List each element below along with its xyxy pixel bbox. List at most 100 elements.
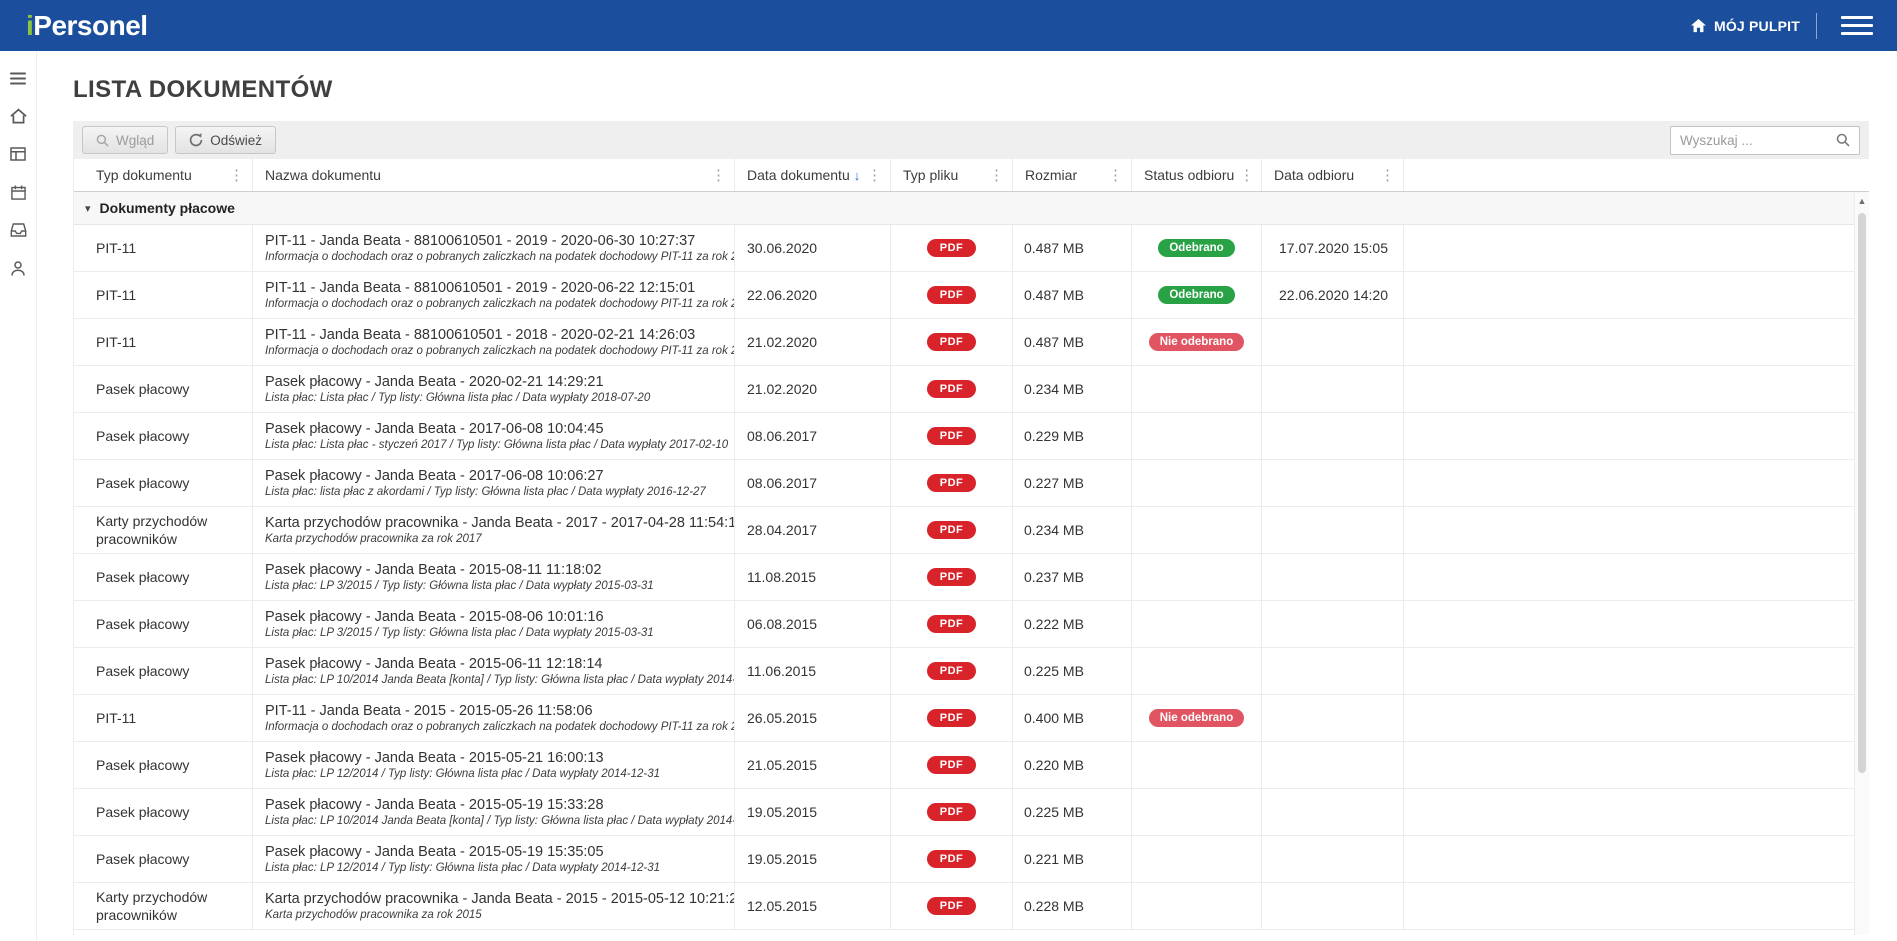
- receipt-date-cell: [1262, 789, 1404, 835]
- sidebar-item-user[interactable]: [0, 249, 37, 287]
- table-row[interactable]: Karty przychodów pracownikówKarta przych…: [74, 507, 1869, 554]
- doc-description: Lista płac: LP 12/2014 / Typ listy: Głów…: [265, 862, 726, 874]
- ipersonel-logo[interactable]: iPersonel: [26, 10, 148, 42]
- doc-name[interactable]: Pasek płacowy - Janda Beata - 2017-06-08…: [265, 421, 726, 437]
- scroll-up-icon[interactable]: ▲: [1855, 193, 1869, 206]
- table-row[interactable]: Pasek płacowyPasek płacowy - Janda Beata…: [74, 789, 1869, 836]
- table-row[interactable]: Pasek płacowyPasek płacowy - Janda Beata…: [74, 366, 1869, 413]
- doc-name[interactable]: Pasek płacowy - Janda Beata - 2017-06-08…: [265, 468, 726, 484]
- table-row[interactable]: Pasek płacowyPasek płacowy - Janda Beata…: [74, 742, 1869, 789]
- doc-name[interactable]: Pasek płacowy - Janda Beata - 2020-02-21…: [265, 374, 726, 390]
- sidebar-item-inbox[interactable]: [0, 211, 37, 249]
- column-header-typ-pliku[interactable]: Typ pliku⋮: [891, 159, 1013, 191]
- table-row[interactable]: PIT-11PIT-11 - Janda Beata - 88100610501…: [74, 225, 1869, 272]
- column-header-status-odbioru[interactable]: Status odbioru⋮: [1132, 159, 1262, 191]
- doc-name[interactable]: PIT-11 - Janda Beata - 2015 - 2015-05-26…: [265, 703, 726, 719]
- scrollbar-thumb[interactable]: [1858, 213, 1866, 773]
- receipt-status-cell: [1132, 460, 1262, 506]
- doc-name[interactable]: Pasek płacowy - Janda Beata - 2015-08-06…: [265, 609, 726, 625]
- doc-name[interactable]: PIT-11 - Janda Beata - 88100610501 - 201…: [265, 327, 726, 343]
- pdf-badge[interactable]: PDF: [927, 427, 977, 445]
- table-row[interactable]: PIT-11PIT-11 - Janda Beata - 2015 - 2015…: [74, 695, 1869, 742]
- doc-name[interactable]: Karta przychodów pracownika - Janda Beat…: [265, 515, 726, 531]
- doc-name[interactable]: Pasek płacowy - Janda Beata - 2015-05-21…: [265, 750, 726, 766]
- pdf-badge[interactable]: PDF: [927, 239, 977, 257]
- doc-name[interactable]: Pasek płacowy - Janda Beata - 2015-05-19…: [265, 844, 726, 860]
- row-filler-cell: [1404, 366, 1869, 412]
- main-menu-button[interactable]: [1833, 10, 1881, 41]
- column-header-nazwa-dokumentu[interactable]: Nazwa dokumentu⋮: [253, 159, 735, 191]
- view-button[interactable]: Wgląd: [82, 126, 168, 154]
- pdf-badge[interactable]: PDF: [927, 333, 977, 351]
- pdf-badge[interactable]: PDF: [927, 521, 977, 539]
- column-menu-icon[interactable]: ⋮: [1234, 166, 1259, 184]
- column-header-typ-dokumentu[interactable]: Typ dokumentu ⋮: [74, 159, 253, 191]
- hamburger-icon: [10, 72, 26, 85]
- receipt-status-cell: [1132, 883, 1262, 929]
- column-menu-icon[interactable]: ⋮: [706, 166, 731, 184]
- column-menu-icon[interactable]: ⋮: [224, 166, 249, 184]
- doc-date-cell: 12.05.2015: [735, 883, 891, 929]
- doc-name[interactable]: Karta przychodów pracownika - Janda Beat…: [265, 891, 726, 907]
- doc-name[interactable]: Pasek płacowy - Janda Beata - 2015-06-11…: [265, 656, 726, 672]
- column-header-rozmiar[interactable]: Rozmiar⋮: [1013, 159, 1132, 191]
- my-desktop-link[interactable]: MÓJ PULPIT: [1691, 18, 1800, 34]
- sidebar-item-calendar[interactable]: [0, 173, 37, 211]
- pdf-badge[interactable]: PDF: [927, 474, 977, 492]
- sidebar-item-hamburger[interactable]: [0, 59, 37, 97]
- sidebar-item-table[interactable]: [0, 135, 37, 173]
- group-row[interactable]: ▾Dokumenty płacowe: [74, 192, 1869, 225]
- sidebar-item-home[interactable]: [0, 97, 37, 135]
- column-menu-icon[interactable]: ⋮: [984, 166, 1009, 184]
- home-icon: [1691, 19, 1706, 33]
- doc-date-cell: 22.06.2020: [735, 272, 891, 318]
- table-row[interactable]: Pasek płacowyPasek płacowy - Janda Beata…: [74, 460, 1869, 507]
- pdf-badge[interactable]: PDF: [927, 897, 977, 915]
- column-menu-icon[interactable]: ⋮: [1103, 166, 1128, 184]
- receipt-date-cell: [1262, 601, 1404, 647]
- doc-description: Lista płac: Lista płac - styczeń 2017 / …: [265, 439, 726, 451]
- vertical-scrollbar[interactable]: ▲: [1854, 193, 1869, 935]
- doc-name[interactable]: PIT-11 - Janda Beata - 88100610501 - 201…: [265, 280, 726, 296]
- table-row[interactable]: Pasek płacowyPasek płacowy - Janda Beata…: [74, 601, 1869, 648]
- collapse-group-icon[interactable]: ▾: [85, 202, 91, 215]
- pdf-badge[interactable]: PDF: [927, 615, 977, 633]
- column-menu-icon[interactable]: ⋮: [1375, 166, 1400, 184]
- doc-description: Lista płac: LP 10/2014 Janda Beata [kont…: [265, 674, 726, 686]
- doc-name[interactable]: Pasek płacowy - Janda Beata - 2015-05-19…: [265, 797, 726, 813]
- pdf-badge[interactable]: PDF: [927, 568, 977, 586]
- column-header-data-odbioru[interactable]: Data odbioru⋮: [1262, 159, 1404, 191]
- doc-name[interactable]: PIT-11 - Janda Beata - 88100610501 - 201…: [265, 233, 726, 249]
- table-row[interactable]: Pasek płacowyPasek płacowy - Janda Beata…: [74, 836, 1869, 883]
- column-header-data-dokumentu[interactable]: Data dokumentu↓⋮: [735, 159, 891, 191]
- doc-name[interactable]: Pasek płacowy - Janda Beata - 2015-08-11…: [265, 562, 726, 578]
- pdf-badge[interactable]: PDF: [927, 709, 977, 727]
- pdf-badge[interactable]: PDF: [927, 286, 977, 304]
- column-label: Typ dokumentu: [96, 167, 192, 183]
- table-row[interactable]: Karty przychodów pracownikówKarta przych…: [74, 883, 1869, 930]
- doc-type-cell: Pasek płacowy: [74, 648, 253, 694]
- grid-header: Typ dokumentu⋮Nazwa dokumentu⋮Data dokum…: [74, 159, 1869, 192]
- table-row[interactable]: PIT-11PIT-11 - Janda Beata - 88100610501…: [74, 272, 1869, 319]
- pdf-badge[interactable]: PDF: [927, 662, 977, 680]
- refresh-button[interactable]: Odśwież: [175, 126, 276, 154]
- column-menu-icon[interactable]: ⋮: [862, 166, 887, 184]
- receipt-date-cell: [1262, 319, 1404, 365]
- receipt-date-cell: [1262, 366, 1404, 412]
- receipt-status-cell: [1132, 836, 1262, 882]
- column-label: Data dokumentu↓: [747, 167, 860, 183]
- row-filler-cell: [1404, 836, 1869, 882]
- pdf-badge[interactable]: PDF: [927, 803, 977, 821]
- table-row[interactable]: Pasek płacowy Pasek płacowy - Janda Beata…: [74, 648, 1869, 695]
- search-submit-icon[interactable]: [1834, 131, 1852, 149]
- pdf-badge[interactable]: PDF: [927, 380, 977, 398]
- table-row[interactable]: Pasek płacowyPasek płacowy - Janda Beata…: [74, 413, 1869, 460]
- pdf-badge[interactable]: PDF: [927, 756, 977, 774]
- table-row[interactable]: Pasek płacowyPasek płacowy - Janda Beata…: [74, 554, 1869, 601]
- doc-name-cell: PIT-11 - Janda Beata - 88100610501 - 201…: [253, 319, 735, 365]
- receipt-status-cell: [1132, 789, 1262, 835]
- pdf-badge[interactable]: PDF: [927, 850, 977, 868]
- table-row[interactable]: PIT-11PIT-11 - Janda Beata - 88100610501…: [74, 319, 1869, 366]
- topbar-divider: [1816, 13, 1817, 39]
- search-input[interactable]: [1680, 133, 1834, 148]
